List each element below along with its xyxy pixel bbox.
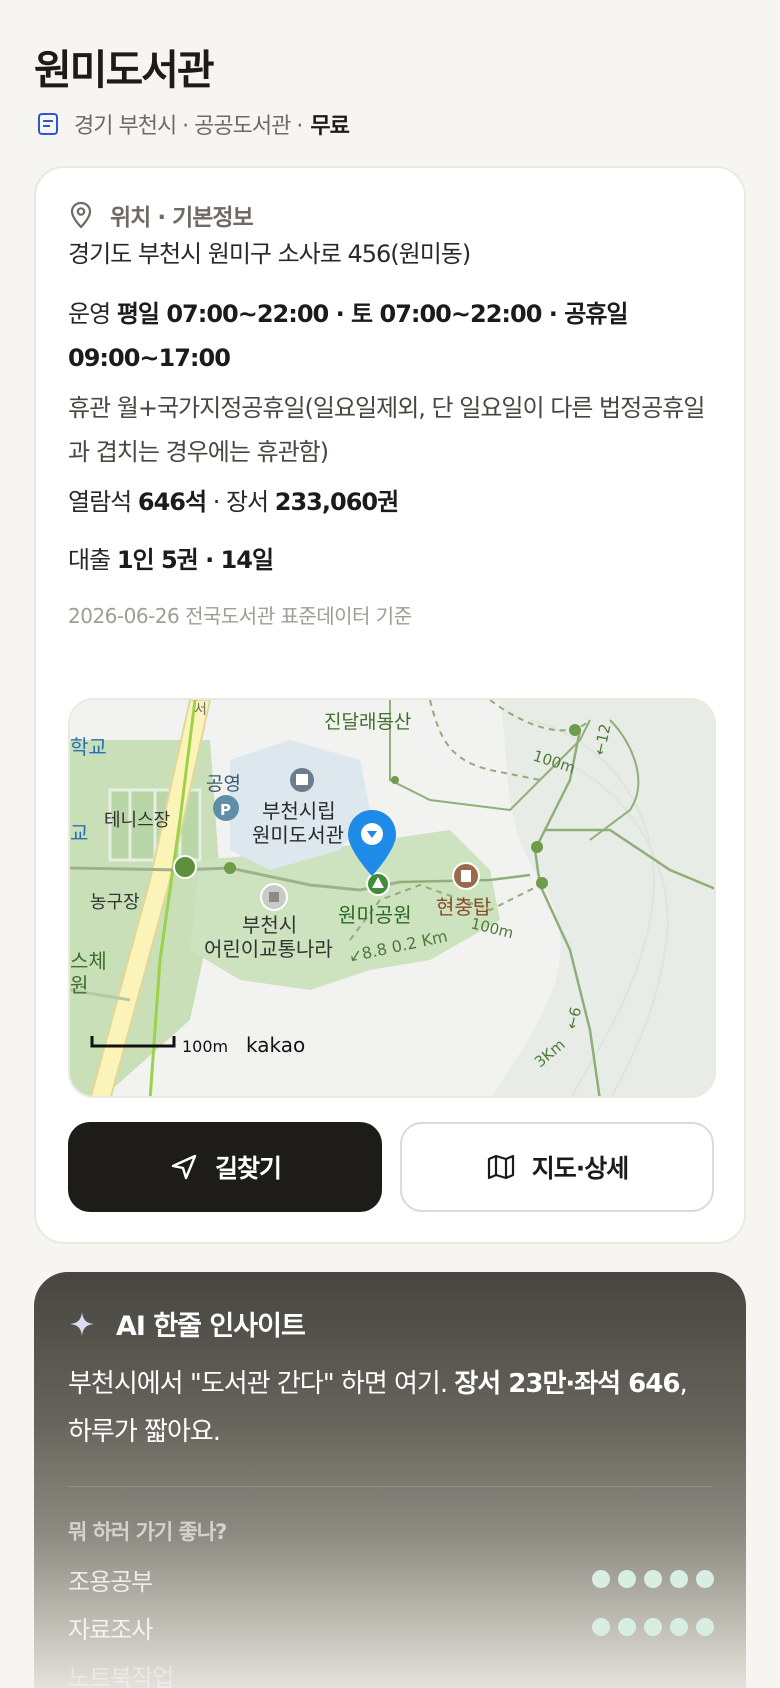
map-label: 공영 — [206, 773, 241, 795]
map-label: 학교 — [70, 735, 107, 759]
rating-dot — [696, 1570, 714, 1588]
map-label: 서 — [194, 702, 207, 718]
map-detail-button[interactable]: 지도·상세 — [400, 1122, 714, 1212]
address: 경기도 부천시 원미구 소사로 456(원미동) — [68, 240, 471, 268]
data-source: 2026-06-26 전국도서관 표준데이터 기준 — [68, 604, 412, 628]
junction-marker — [173, 855, 197, 879]
map-label: 어린이교통나라 — [204, 937, 333, 961]
map-label: 교 — [70, 821, 88, 845]
activity-label: 노트북작업 — [68, 1664, 174, 1688]
map-label: 테니스장 — [104, 810, 170, 831]
map-label: 스체 — [70, 949, 107, 973]
rating-dot — [618, 1570, 636, 1588]
map-label: 원미도서관 — [252, 823, 344, 847]
rating-dot — [644, 1570, 662, 1588]
activity-rating — [592, 1618, 714, 1636]
hours-label: 운영 — [68, 300, 111, 328]
opening-hours: 운영 평일 07:00~22:00 · 토 07:00~22:00 · 공휴일 … — [68, 292, 708, 380]
library-meta: 경기 부천시 · 공공도서관 · 무료 — [36, 106, 350, 142]
rating-dot — [670, 1618, 688, 1636]
activity-label: 조용공부 — [68, 1568, 153, 1596]
rating-dot — [670, 1570, 688, 1588]
rating-dot — [592, 1570, 610, 1588]
map-view[interactable]: P 서 진달래동산 학교 교 공영 부천시립 원미도서관 테니스장 농구장 스체 — [68, 698, 716, 1098]
loan-policy: 대출 1인 5권 · 14일 — [68, 538, 708, 582]
closed-days: 휴관 월+국가지정공휴일(일요일제외, 단 일요일이 다른 법정공휴일과 겹치는… — [68, 394, 705, 466]
loan-value: 1인 5권 · 14일 — [116, 546, 274, 574]
seats-books: 열람석 646석 · 장서 233,060권 — [68, 480, 708, 524]
svg-text:P: P — [220, 801, 231, 819]
map-icon — [487, 1154, 514, 1180]
rating-dot — [592, 1618, 610, 1636]
ai-insight-card: AI 한줄 인사이트 부천시에서 "도서관 간다" 하면 여기. 장서 23만·… — [34, 1272, 746, 1688]
books-value: 233,060권 — [274, 488, 399, 516]
ai-insight-header: AI 한줄 인사이트 — [68, 1304, 306, 1343]
books-label: · 장서 — [212, 488, 269, 516]
activity-question: 뭐 하러 가기 좋나? — [68, 1520, 227, 1544]
map-label: 부천시 — [242, 913, 297, 937]
kakao-logo: kakao — [246, 1033, 305, 1057]
map-canvas[interactable]: P 서 진달래동산 학교 교 공영 부천시립 원미도서관 테니스장 농구장 스체 — [70, 700, 716, 1098]
document-icon — [38, 113, 58, 135]
navigation-arrow-icon — [171, 1154, 197, 1180]
library-category: 경기 부천시 · 공공도서관 · — [74, 114, 303, 139]
loan-label: 대출 — [68, 546, 111, 574]
directions-button[interactable]: 길찾기 — [68, 1122, 382, 1212]
directions-label: 길찾기 — [214, 1154, 282, 1183]
info-section-header: 위치 · 기본정보 — [68, 198, 254, 232]
ai-text-plain: 부천시에서 "도서관 간다" 하면 여기. — [68, 1369, 448, 1399]
map-label: 현충탑 — [436, 895, 491, 919]
ai-insight-text: 부천시에서 "도서관 간다" 하면 여기. 장서 23만·좌석 646, 하루가… — [68, 1360, 708, 1456]
ai-insight-title: AI 한줄 인사이트 — [116, 1311, 306, 1342]
fee-label: 무료 — [310, 114, 349, 139]
map-label: 원미공원 — [338, 903, 412, 927]
map-label: 농구장 — [90, 892, 140, 913]
seats-value: 646석 — [137, 488, 207, 516]
map-label: 진달래동산 — [324, 711, 411, 733]
rating-dot — [696, 1618, 714, 1636]
hours-value: 평일 07:00~22:00 · 토 07:00~22:00 · 공휴일 09:… — [68, 300, 628, 372]
sparkle-icon — [70, 1311, 94, 1336]
divider — [68, 1486, 712, 1487]
svg-text:100m: 100m — [182, 1037, 228, 1056]
map-label: 부천시립 — [262, 799, 336, 823]
rating-dot — [618, 1618, 636, 1636]
info-card: 위치 · 기본정보 경기도 부천시 원미구 소사로 456(원미동) 운영 평일… — [34, 166, 746, 1244]
info-section-title: 위치 · 기본정보 — [110, 205, 254, 231]
location-pin-icon — [70, 201, 92, 229]
map-detail-label: 지도·상세 — [531, 1154, 629, 1183]
map-label: 원 — [70, 973, 88, 997]
library-title: 원미도서관 — [34, 46, 215, 94]
rating-dot — [644, 1618, 662, 1636]
seats-label: 열람석 — [68, 488, 132, 516]
activity-label: 자료조사 — [68, 1616, 153, 1644]
activity-rating — [592, 1570, 714, 1588]
ai-text-bold: 장서 23만·좌석 646 — [454, 1369, 680, 1399]
